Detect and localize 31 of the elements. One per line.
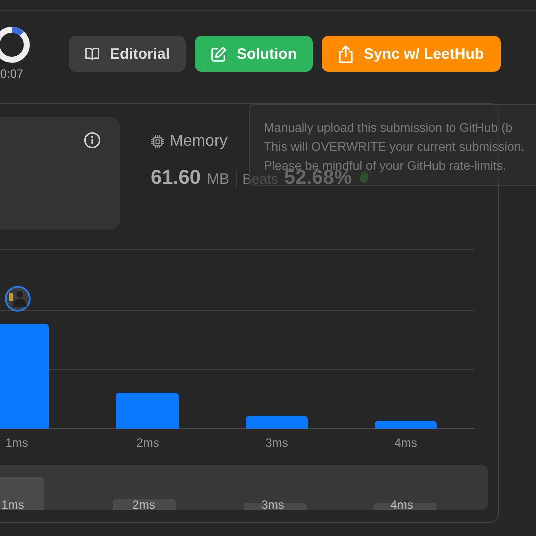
editorial-button[interactable]: Editorial	[69, 36, 186, 72]
axis-label: 1ms	[6, 436, 28, 450]
edit-icon	[211, 46, 227, 62]
clap-icon	[358, 170, 372, 184]
memory-unit: MB	[207, 171, 230, 188]
beats-label: Beats	[242, 171, 278, 187]
histogram-bar[interactable]	[375, 421, 437, 429]
chip-icon	[151, 135, 165, 149]
sync-button[interactable]: Sync w/ LeetHub	[322, 36, 501, 72]
memory-label: Memory	[170, 133, 228, 151]
share-icon	[338, 44, 354, 64]
progress-ring	[0, 25, 32, 65]
mini-bar	[0, 477, 44, 510]
axis-label: 4ms	[394, 436, 418, 450]
histogram-bar[interactable]	[116, 393, 179, 429]
histogram-bar[interactable]	[246, 416, 308, 429]
range-label: 4ms	[390, 498, 414, 512]
tooltip-text: This will OVERWRITE your current submission.	[264, 139, 526, 156]
range-label: 1ms	[2, 498, 24, 512]
histogram-bar[interactable]	[0, 324, 49, 429]
info-icon[interactable]	[84, 132, 101, 149]
range-label: 3ms	[262, 498, 284, 512]
axis-label: 2ms	[136, 436, 160, 450]
solution-button[interactable]: Solution	[195, 36, 313, 72]
memory-value: 61.60	[151, 167, 202, 190]
mini-bar	[113, 499, 176, 510]
range-label: 2ms	[132, 498, 156, 512]
axis-label: 3ms	[266, 436, 288, 450]
tooltip-text: Manually upload this submission to GitHub (b	[264, 120, 514, 137]
timer-text: 0:07	[0, 67, 24, 81]
book-icon	[85, 46, 100, 62]
